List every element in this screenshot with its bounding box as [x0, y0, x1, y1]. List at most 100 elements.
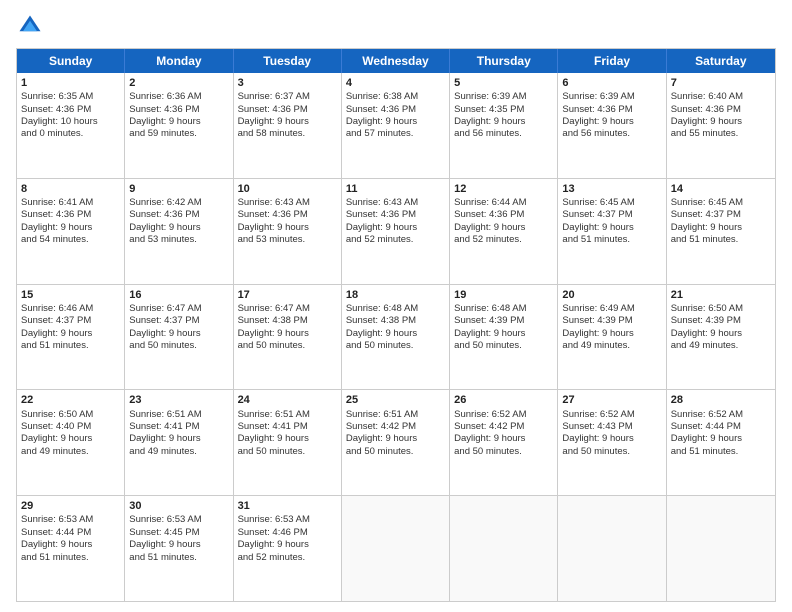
day-info-line: Sunrise: 6:52 AM: [454, 409, 553, 421]
day-info-line: Daylight: 9 hours: [562, 222, 661, 234]
day-number: 19: [454, 288, 553, 302]
day-info-line: Daylight: 9 hours: [21, 539, 120, 551]
day-cell-25: 25Sunrise: 6:51 AMSunset: 4:42 PMDayligh…: [342, 390, 450, 495]
day-number: 14: [671, 182, 771, 196]
day-info-line: Daylight: 9 hours: [21, 328, 120, 340]
calendar-row-1: 1Sunrise: 6:35 AMSunset: 4:36 PMDaylight…: [17, 73, 775, 179]
day-cell-20: 20Sunrise: 6:49 AMSunset: 4:39 PMDayligh…: [558, 285, 666, 390]
day-number: 4: [346, 76, 445, 90]
day-info-line: Daylight: 9 hours: [129, 433, 228, 445]
day-info-line: and 56 minutes.: [454, 128, 553, 140]
day-info-line: Sunset: 4:39 PM: [562, 315, 661, 327]
day-number: 8: [21, 182, 120, 196]
day-cell-24: 24Sunrise: 6:51 AMSunset: 4:41 PMDayligh…: [234, 390, 342, 495]
day-cell-5: 5Sunrise: 6:39 AMSunset: 4:35 PMDaylight…: [450, 73, 558, 178]
day-info-line: Sunset: 4:36 PM: [454, 209, 553, 221]
day-info-line: Sunrise: 6:53 AM: [238, 514, 337, 526]
day-info-line: Sunset: 4:44 PM: [21, 527, 120, 539]
logo: [16, 12, 48, 40]
day-info-line: Sunrise: 6:48 AM: [454, 303, 553, 315]
day-info-line: and 59 minutes.: [129, 128, 228, 140]
empty-cell: [342, 496, 450, 601]
day-info-line: Sunrise: 6:40 AM: [671, 91, 771, 103]
day-info-line: Sunset: 4:44 PM: [671, 421, 771, 433]
day-cell-1: 1Sunrise: 6:35 AMSunset: 4:36 PMDaylight…: [17, 73, 125, 178]
day-info-line: Daylight: 9 hours: [671, 116, 771, 128]
day-info-line: Daylight: 9 hours: [454, 328, 553, 340]
day-number: 30: [129, 499, 228, 513]
day-number: 6: [562, 76, 661, 90]
day-info-line: and 58 minutes.: [238, 128, 337, 140]
day-cell-12: 12Sunrise: 6:44 AMSunset: 4:36 PMDayligh…: [450, 179, 558, 284]
day-number: 17: [238, 288, 337, 302]
day-info-line: Daylight: 9 hours: [129, 116, 228, 128]
day-info-line: and 50 minutes.: [346, 340, 445, 352]
day-number: 18: [346, 288, 445, 302]
day-info-line: and 50 minutes.: [562, 446, 661, 458]
day-cell-16: 16Sunrise: 6:47 AMSunset: 4:37 PMDayligh…: [125, 285, 233, 390]
calendar: SundayMondayTuesdayWednesdayThursdayFrid…: [16, 48, 776, 602]
calendar-row-3: 15Sunrise: 6:46 AMSunset: 4:37 PMDayligh…: [17, 285, 775, 391]
day-info-line: Sunrise: 6:35 AM: [21, 91, 120, 103]
day-info-line: Daylight: 9 hours: [346, 222, 445, 234]
day-info-line: and 51 minutes.: [671, 446, 771, 458]
day-number: 21: [671, 288, 771, 302]
day-info-line: Sunset: 4:38 PM: [346, 315, 445, 327]
day-info-line: Sunrise: 6:42 AM: [129, 197, 228, 209]
day-cell-14: 14Sunrise: 6:45 AMSunset: 4:37 PMDayligh…: [667, 179, 775, 284]
day-info-line: Sunrise: 6:49 AM: [562, 303, 661, 315]
day-info-line: and 51 minutes.: [671, 234, 771, 246]
empty-cell: [450, 496, 558, 601]
day-info-line: Daylight: 9 hours: [671, 433, 771, 445]
day-cell-2: 2Sunrise: 6:36 AMSunset: 4:36 PMDaylight…: [125, 73, 233, 178]
day-info-line: and 49 minutes.: [562, 340, 661, 352]
day-info-line: Daylight: 9 hours: [562, 433, 661, 445]
day-info-line: Daylight: 9 hours: [454, 116, 553, 128]
day-number: 28: [671, 393, 771, 407]
header-day-sunday: Sunday: [17, 49, 125, 73]
day-info-line: Daylight: 9 hours: [346, 328, 445, 340]
day-info-line: Sunrise: 6:37 AM: [238, 91, 337, 103]
day-number: 26: [454, 393, 553, 407]
day-info-line: Sunrise: 6:53 AM: [129, 514, 228, 526]
day-info-line: Sunset: 4:36 PM: [562, 104, 661, 116]
day-info-line: Sunrise: 6:45 AM: [671, 197, 771, 209]
day-info-line: Sunrise: 6:51 AM: [346, 409, 445, 421]
day-number: 3: [238, 76, 337, 90]
day-info-line: and 49 minutes.: [129, 446, 228, 458]
day-info-line: Sunset: 4:36 PM: [21, 104, 120, 116]
day-cell-31: 31Sunrise: 6:53 AMSunset: 4:46 PMDayligh…: [234, 496, 342, 601]
day-info-line: Sunset: 4:36 PM: [238, 104, 337, 116]
page: SundayMondayTuesdayWednesdayThursdayFrid…: [0, 0, 792, 612]
day-info-line: Sunset: 4:39 PM: [454, 315, 553, 327]
day-info-line: Sunrise: 6:39 AM: [562, 91, 661, 103]
day-info-line: Daylight: 9 hours: [671, 328, 771, 340]
day-info-line: Sunset: 4:37 PM: [562, 209, 661, 221]
day-info-line: Sunrise: 6:44 AM: [454, 197, 553, 209]
header-day-monday: Monday: [125, 49, 233, 73]
day-cell-30: 30Sunrise: 6:53 AMSunset: 4:45 PMDayligh…: [125, 496, 233, 601]
day-number: 12: [454, 182, 553, 196]
logo-icon: [16, 12, 44, 40]
day-info-line: and 51 minutes.: [21, 552, 120, 564]
header: [16, 12, 776, 40]
day-cell-7: 7Sunrise: 6:40 AMSunset: 4:36 PMDaylight…: [667, 73, 775, 178]
day-number: 7: [671, 76, 771, 90]
day-info-line: Sunset: 4:45 PM: [129, 527, 228, 539]
empty-cell: [667, 496, 775, 601]
day-info-line: and 49 minutes.: [21, 446, 120, 458]
day-cell-22: 22Sunrise: 6:50 AMSunset: 4:40 PMDayligh…: [17, 390, 125, 495]
day-number: 1: [21, 76, 120, 90]
day-info-line: Sunset: 4:41 PM: [129, 421, 228, 433]
day-cell-26: 26Sunrise: 6:52 AMSunset: 4:42 PMDayligh…: [450, 390, 558, 495]
day-info-line: Sunset: 4:36 PM: [129, 104, 228, 116]
empty-cell: [558, 496, 666, 601]
day-info-line: Sunset: 4:40 PM: [21, 421, 120, 433]
day-info-line: Sunset: 4:42 PM: [454, 421, 553, 433]
day-cell-4: 4Sunrise: 6:38 AMSunset: 4:36 PMDaylight…: [342, 73, 450, 178]
day-info-line: Sunrise: 6:41 AM: [21, 197, 120, 209]
day-info-line: and 52 minutes.: [346, 234, 445, 246]
day-info-line: Sunset: 4:41 PM: [238, 421, 337, 433]
day-info-line: Sunrise: 6:38 AM: [346, 91, 445, 103]
day-cell-29: 29Sunrise: 6:53 AMSunset: 4:44 PMDayligh…: [17, 496, 125, 601]
